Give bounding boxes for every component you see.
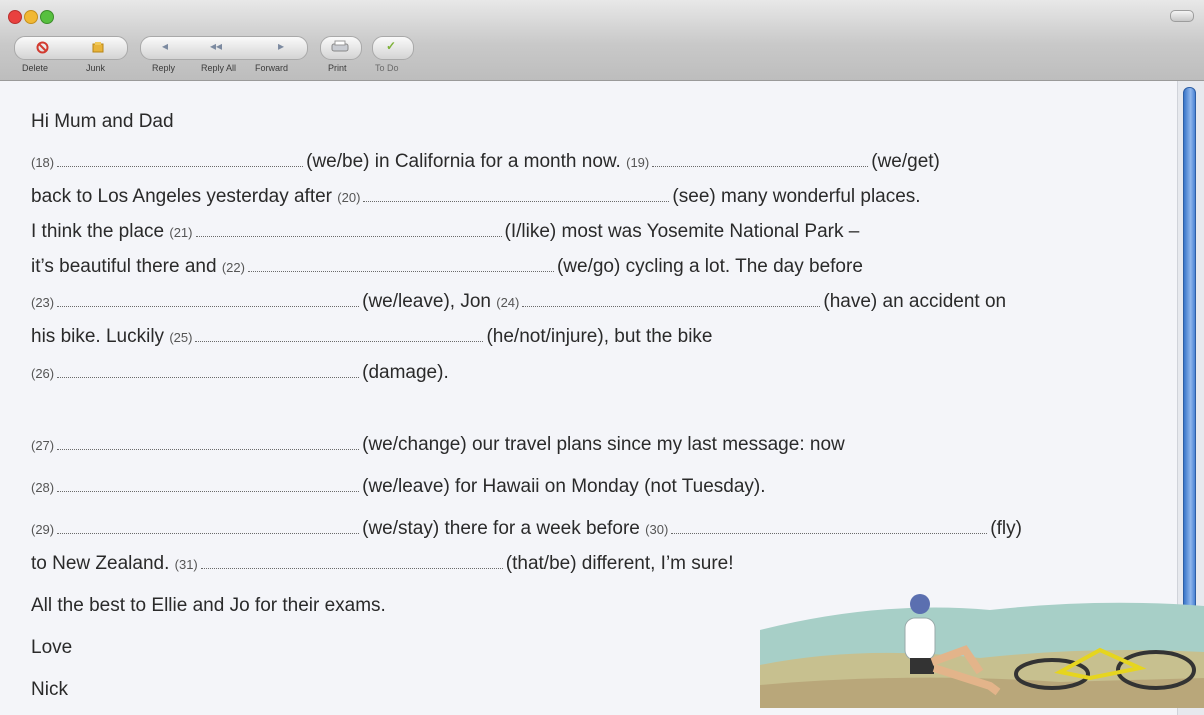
answer-gap[interactable] <box>200 554 503 569</box>
line-text: (fly) <box>990 518 1022 539</box>
line-text: (we/get) <box>871 151 940 172</box>
junk-icon <box>92 42 104 53</box>
line-text: (we/leave) for Hawaii on Monday (not Tue… <box>362 476 766 497</box>
line-text: (we/change) our travel plans since my la… <box>362 434 845 455</box>
line-text: (we/be) in California for a month now. <box>306 151 621 172</box>
close-window-button[interactable] <box>8 10 22 24</box>
gap-number: (19) <box>626 155 650 170</box>
answer-gap[interactable] <box>671 519 988 534</box>
line-text: his bike. Luckily <box>31 326 165 347</box>
gap-number: (22) <box>221 260 245 275</box>
gap-number: (26) <box>31 366 55 381</box>
message-line-8: (27) (we/change) our travel plans since m… <box>31 433 845 458</box>
gap-number: (20) <box>337 190 361 205</box>
reply-all-label: Reply All <box>201 63 237 73</box>
message-line-4: it’s beautiful there and (22) (we/go) cyc… <box>31 255 863 280</box>
message-line-11: to New Zealand. (31) (that/be) different,… <box>31 552 734 577</box>
line-text: (we/leave), Jon <box>362 291 491 312</box>
line-text: (he/not/injure), but the bike <box>486 326 713 347</box>
gap-number: (30) <box>645 522 669 537</box>
printer-icon <box>331 40 349 52</box>
gap-number: (24) <box>496 295 520 310</box>
gap-number: (27) <box>31 438 55 453</box>
print-button[interactable]: Print <box>318 36 362 76</box>
answer-gap[interactable] <box>57 152 304 167</box>
message-line-1: (18) (we/be) in California for a month no… <box>31 150 940 175</box>
greeting: Hi Mum and Dad <box>31 111 174 132</box>
reply-label: Reply <box>152 63 176 73</box>
junk-label: Junk <box>86 63 106 73</box>
forward-button[interactable]: ▸ Forward <box>252 36 306 76</box>
mail-window: Delete Junk ◂ Reply ◂◂ Reply All ▸ Forwa… <box>0 0 1204 715</box>
delete-icon <box>36 41 49 54</box>
closing-line: All the best to Ellie and Jo for their e… <box>31 595 386 616</box>
todo-label: To Do <box>375 63 399 73</box>
message-line-5: (23) (we/leave), Jon (24) (have) an accide… <box>31 290 1006 315</box>
message-line-9: (28) (we/leave) for Hawaii on Monday (not… <box>31 475 766 500</box>
forward-label: Forward <box>255 63 289 73</box>
message-line-10: (29) (we/stay) there for a week before (3… <box>31 517 1022 542</box>
answer-gap[interactable] <box>195 222 502 237</box>
answer-gap[interactable] <box>195 327 484 342</box>
line-text: I think the place <box>31 221 165 242</box>
line-text: back to Los Angeles yesterday after <box>31 186 333 207</box>
toolbar-toggle-button[interactable] <box>1170 10 1194 22</box>
line-text: (we/stay) there for a week before <box>362 518 640 539</box>
zoom-window-button[interactable] <box>40 10 54 24</box>
gap-number: (28) <box>31 480 55 495</box>
message-line-2: back to Los Angeles yesterday after (20)… <box>31 185 921 210</box>
line-text: it’s beautiful there and <box>31 256 217 277</box>
minimize-window-button[interactable] <box>24 10 38 24</box>
gap-number: (23) <box>31 295 55 310</box>
line-text: (that/be) different, I’m sure! <box>505 553 734 574</box>
line-text: (we/go) cycling a lot. The day before <box>556 256 863 277</box>
answer-gap[interactable] <box>57 363 360 378</box>
print-label: Print <box>328 63 347 73</box>
gap-number: (25) <box>169 330 193 345</box>
line-text: (damage). <box>362 362 449 383</box>
answer-gap[interactable] <box>57 477 360 492</box>
answer-gap[interactable] <box>363 187 670 202</box>
checkmark-icon: ✓ <box>386 39 397 53</box>
message-line-7: (26) (damage). <box>31 361 449 386</box>
cyclist-illustration <box>760 594 1204 708</box>
answer-gap[interactable] <box>57 519 360 534</box>
delete-button[interactable]: Delete <box>14 36 70 76</box>
love-line: Love <box>31 637 73 658</box>
signature: Nick <box>31 679 68 700</box>
junk-button[interactable]: Junk <box>70 36 126 76</box>
todo-button[interactable]: ✓ To Do <box>370 36 414 76</box>
answer-gap[interactable] <box>247 257 554 272</box>
forward-arrow-icon: ▸ <box>278 39 285 53</box>
answer-gap[interactable] <box>57 292 360 307</box>
answer-gap[interactable] <box>57 435 360 450</box>
reply-all-arrow-icon: ◂◂ <box>210 39 223 53</box>
line-text: (see) many wonderful places. <box>672 186 921 207</box>
gap-number: (21) <box>169 225 193 240</box>
gap-number: (29) <box>31 522 55 537</box>
reply-arrow-icon: ◂ <box>162 39 169 53</box>
line-text: (I/like) most was Yosemite National Park… <box>504 221 860 242</box>
reply-button[interactable]: ◂ Reply <box>142 36 194 76</box>
reply-all-button[interactable]: ◂◂ Reply All <box>196 36 250 76</box>
answer-gap[interactable] <box>652 152 869 167</box>
message-line-3: I think the place (21) (I/like) most was … <box>31 220 859 245</box>
message-line-6: his bike. Luckily (25) (he/not/injure), b… <box>31 325 713 350</box>
toolbar: Delete Junk ◂ Reply ◂◂ Reply All ▸ Forwa… <box>0 0 1204 81</box>
line-text: (have) an accident on <box>823 291 1007 312</box>
gap-number: (31) <box>174 557 198 572</box>
scrollbar-thumb[interactable] <box>1183 87 1196 611</box>
gap-number: (18) <box>31 155 55 170</box>
delete-label: Delete <box>22 63 49 73</box>
line-text: to New Zealand. <box>31 553 170 574</box>
answer-gap[interactable] <box>522 292 821 307</box>
